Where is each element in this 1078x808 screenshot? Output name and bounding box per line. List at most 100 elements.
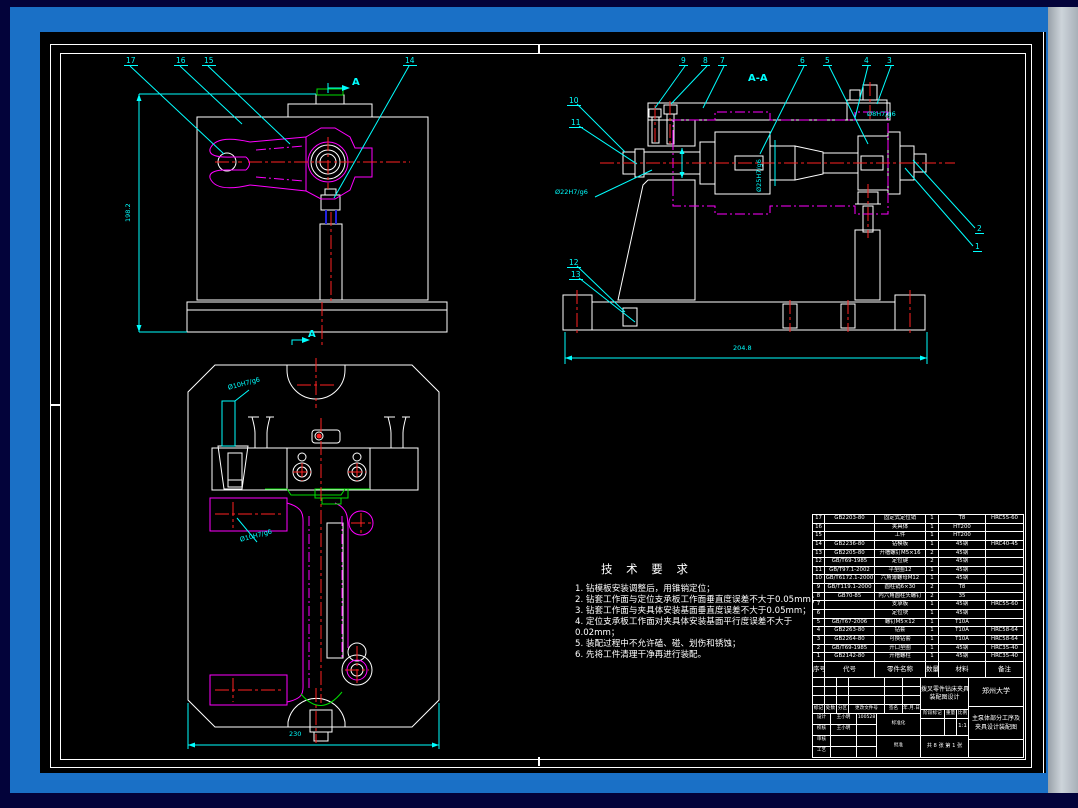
front-workpiece-outline: [209, 127, 373, 200]
part-code: GB/T6172.1-2000: [825, 575, 875, 585]
plan-green-parts: [265, 488, 370, 706]
revision-header-cell: 年.月.日: [903, 705, 921, 714]
part-number: 16: [813, 523, 825, 533]
part-remark: [986, 523, 1024, 533]
part-code: GB2203-80: [825, 515, 875, 524]
parts-list-row: 12 GB/T69-1985 定位键 2 45钢: [813, 558, 1024, 567]
signature-row: 设计 王小明 100528: [813, 714, 877, 725]
part-number: 4: [813, 627, 825, 636]
part-qty: 2: [926, 558, 939, 567]
sign-name: 王小明: [831, 725, 857, 736]
tech-requirement-item: 4. 定位支承板工作面对夹具体安装基面平行度误差不大于0.02mm；: [575, 617, 793, 638]
part-code: GB/T97.1-2002: [825, 566, 875, 576]
part-number: 8: [813, 592, 825, 602]
part-name: 定位块: [875, 610, 926, 619]
plan-dimension-lines: [187, 389, 440, 749]
front-view: [129, 65, 448, 347]
parts-list: 17 GB2203-80 固定式定位销 1 T8 HRC55-60 16 夹具体…: [812, 514, 1024, 678]
part-name: 内六角圆柱头螺钉: [875, 592, 926, 602]
part-material: 45钢: [939, 549, 986, 559]
revision-blank-grid: [813, 678, 921, 705]
part-code: GB/T119.1-2000: [825, 584, 875, 593]
part-qty: 1: [926, 610, 939, 619]
part-qty: 1: [926, 532, 939, 541]
revision-header-cell: 更改文件号: [849, 705, 885, 714]
part-qty: 1: [926, 644, 939, 654]
part-material: 45钢: [939, 644, 986, 654]
part-remark: HRC58-64: [986, 627, 1024, 636]
tech-requirement-item: 5. 装配过程中不允许磕、碰、划伤和锈蚀；: [575, 639, 741, 649]
vertical-scrollbar[interactable]: [1048, 7, 1078, 793]
stage-weight-scale-values: 1:1: [921, 719, 969, 736]
part-material: 45钢: [939, 601, 986, 611]
parts-list-row: 5 GB/T67-2006 螺钉M5×12 1 T10A: [813, 618, 1024, 628]
part-qty: 1: [926, 601, 939, 611]
sign-date: [857, 747, 877, 758]
parts-list-row: 9 GB/T119.1-2000 圆柱销6×30 2 T8: [813, 584, 1024, 593]
part-code: GB2236-80: [825, 540, 875, 550]
part-name: 螺钉M5×12: [875, 618, 926, 628]
part-qty: 1: [926, 515, 939, 524]
part-qty: 1: [926, 540, 939, 550]
part-material: 35: [939, 592, 986, 602]
sign-name: 王小明: [831, 714, 857, 725]
signature-row: 校核 王小明: [813, 725, 877, 736]
part-number: 11: [813, 566, 825, 576]
sign-role: 工艺: [813, 747, 831, 758]
project-title-line2: 装配图设计: [929, 693, 960, 701]
sign-name: [831, 736, 857, 747]
part-remark: [986, 558, 1024, 567]
part-number: 6: [813, 610, 825, 619]
parts-list-header-cell: 代号: [825, 661, 875, 678]
part-name: 平垫圈12: [875, 566, 926, 576]
part-material: HT200: [939, 532, 986, 541]
part-qty: 1: [926, 566, 939, 576]
parts-list-row: 1 GB2142-80 开槽螺柱 1 45钢 HRC35-40: [813, 653, 1024, 662]
part-material: 45钢: [939, 653, 986, 662]
revision-header-cell: 分区: [837, 705, 849, 714]
drawing-title-cell: 主泵体部分工序及 夹具设计装配图: [969, 707, 1024, 740]
part-name: 开口垫圈: [875, 644, 926, 654]
part-name: 可换钻套: [875, 635, 926, 645]
part-number: 7: [813, 601, 825, 611]
part-code: GB2264-80: [825, 635, 875, 645]
sign-date: [857, 736, 877, 747]
parts-list-header-cell: 序号: [813, 661, 825, 678]
parts-list-header-cell: 数量: [926, 661, 939, 678]
title-block-left: 标记 处数 分区 更改文件号 签名 年.月.日 设计 王小明 100528 校核 王小明: [813, 678, 921, 758]
sign-role: 校核: [813, 725, 831, 736]
sheet-count: 共 8 张 第 1 张: [921, 736, 969, 758]
section-body-hatched: [562, 99, 926, 331]
tech-requirements-title: 技 术 要 求: [601, 562, 693, 576]
parts-list-row: 3 GB2264-80 可换钻套 1 T10A HRC58-64: [813, 635, 1024, 645]
part-name: 支承板: [875, 601, 926, 611]
scale-label: 比例: [957, 710, 969, 719]
part-material: 45钢: [939, 566, 986, 576]
parts-list-row: 4 GB2263-80 钻套 1 T10A HRC58-64: [813, 627, 1024, 636]
part-remark: [986, 592, 1024, 602]
project-title-line1: 拨叉零件钻床夹具: [921, 685, 969, 693]
sign-name: [831, 747, 857, 758]
plan-plate-outline: [187, 364, 440, 742]
part-material: T10A: [939, 635, 986, 645]
part-remark: [986, 575, 1024, 585]
part-name: 钻套: [875, 627, 926, 636]
part-name: 六角薄螺母M12: [875, 575, 926, 585]
part-number: 15: [813, 532, 825, 541]
tech-requirement-item: 1. 钻模板安装调整后，用锥销定位；: [575, 584, 715, 594]
revision-header-cell: 处数: [825, 705, 837, 714]
part-remark: HRC35-40: [986, 653, 1024, 662]
front-body-outline: [186, 88, 448, 333]
centering-mark-bottom: [538, 757, 540, 766]
part-remark: [986, 610, 1024, 619]
front-dimension-lines: [136, 93, 316, 333]
plan-cone-clamp: [217, 445, 249, 490]
approval-label: 批准: [877, 736, 921, 758]
sign-role: 审核: [813, 736, 831, 747]
revision-header-cell: 标记: [813, 705, 825, 714]
part-name: 定位键: [875, 558, 926, 567]
sheet-edge-line: [1043, 32, 1044, 773]
title-block-middle: 拨叉零件钻床夹具 装配图设计 阶段标记 重量 比例 1:1 共 8 张 第 1 …: [921, 678, 969, 758]
part-code: GB/T69-1985: [825, 558, 875, 567]
part-remark: [986, 532, 1024, 541]
